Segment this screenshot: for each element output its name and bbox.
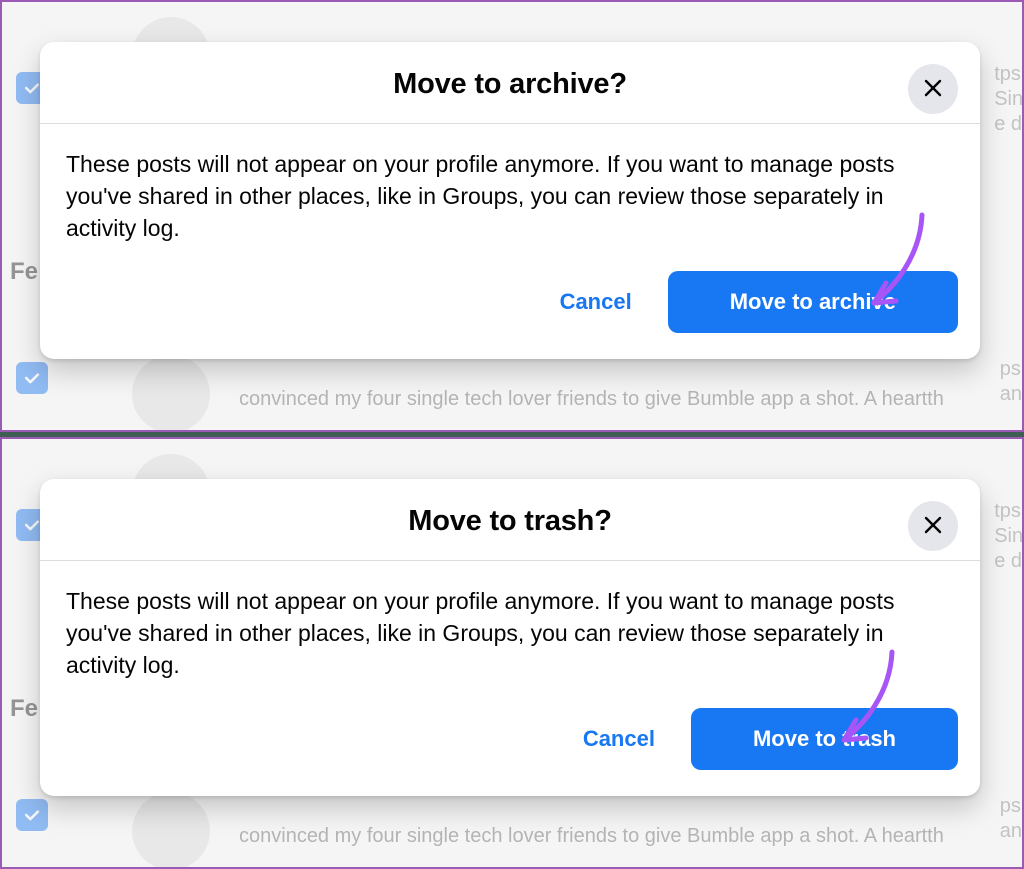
sidebar-label-fragment: Fe <box>10 258 38 286</box>
cancel-button[interactable]: Cancel <box>532 277 660 327</box>
dialog-title: Move to trash? <box>60 505 960 538</box>
bg-right-snippet: tps://w Sing e dy <box>994 62 1024 137</box>
bg-post-excerpt: convinced my four single tech lover frie… <box>239 386 944 412</box>
checkbox-icon <box>16 799 48 831</box>
close-icon <box>921 76 945 103</box>
move-to-trash-button[interactable]: Move to trash <box>691 708 958 770</box>
archive-dialog: Move to archive? These posts will not ap… <box>40 42 980 359</box>
dialog-footer: Cancel Move to archive <box>40 253 980 359</box>
dialog-header: Move to archive? <box>40 42 980 124</box>
close-button[interactable] <box>908 501 958 551</box>
move-to-archive-button[interactable]: Move to archive <box>668 271 958 333</box>
screenshot-panel-trash: Fe Arshmeet K Hora was in iGeeksBlog tps… <box>0 437 1024 869</box>
bg-right-snippet: tps://w Sing e dy <box>994 499 1024 574</box>
bg-post-excerpt: convinced my four single tech lover frie… <box>239 823 944 849</box>
cancel-button[interactable]: Cancel <box>555 714 683 764</box>
bg-right-snippet-2: ps://w and e <box>1000 794 1024 844</box>
dialog-body-text: These posts will not appear on your prof… <box>66 585 954 682</box>
close-icon <box>921 513 945 540</box>
trash-dialog: Move to trash? These posts will not appe… <box>40 479 980 796</box>
screenshot-panel-archive: Fe Arshmeet K Hora was in iGeeksBlog tps… <box>0 0 1024 432</box>
sidebar-label-fragment: Fe <box>10 695 38 723</box>
dialog-body-text: These posts will not appear on your prof… <box>66 148 954 245</box>
dialog-body: These posts will not appear on your prof… <box>40 561 980 690</box>
dialog-body: These posts will not appear on your prof… <box>40 124 980 253</box>
avatar <box>132 792 210 869</box>
dialog-header: Move to trash? <box>40 479 980 561</box>
close-button[interactable] <box>908 64 958 114</box>
dialog-title: Move to archive? <box>60 68 960 101</box>
bg-right-snippet-2: ps://w and e <box>1000 357 1024 407</box>
avatar <box>132 355 210 432</box>
checkbox-icon <box>16 362 48 394</box>
dialog-footer: Cancel Move to trash <box>40 690 980 796</box>
